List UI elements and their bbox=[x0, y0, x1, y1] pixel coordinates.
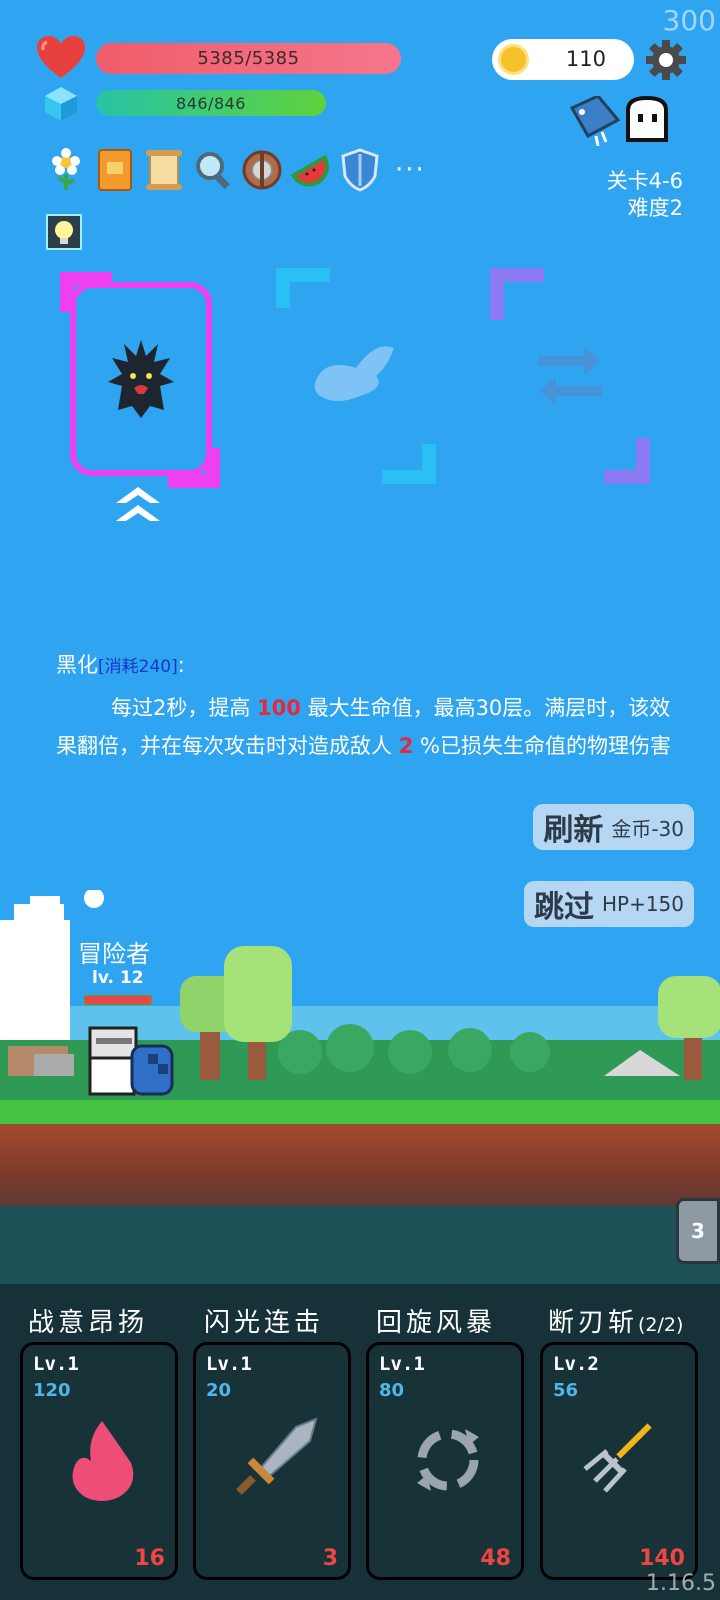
skill-value: 3 bbox=[322, 1546, 338, 1571]
more-relics-button[interactable]: ··· bbox=[395, 155, 426, 185]
skill-option-blacken[interactable] bbox=[70, 282, 212, 476]
mp-bar: 846/846 bbox=[96, 90, 326, 116]
skill-value: 48 bbox=[480, 1546, 511, 1571]
ghost-icon[interactable] bbox=[622, 96, 672, 146]
sword-icon bbox=[236, 1417, 318, 1495]
skill-level: Lv.1 bbox=[379, 1353, 425, 1375]
stage-level: 关卡4-6 bbox=[606, 169, 683, 193]
skill-mana-cost: 20 bbox=[206, 1380, 232, 1401]
skill-name-1: 战意昂扬 bbox=[28, 1308, 149, 1338]
wing-card-frame[interactable] bbox=[276, 268, 436, 484]
blue-shield-icon[interactable] bbox=[340, 148, 380, 192]
ground-dirt bbox=[0, 1124, 720, 1210]
coin-icon bbox=[498, 44, 529, 75]
skill-title-colon: : bbox=[177, 653, 185, 677]
skill-name-3: 回旋风暴 bbox=[376, 1308, 497, 1338]
scroll-icon[interactable] bbox=[144, 148, 184, 192]
fps-counter: 300 bbox=[662, 4, 716, 37]
desc-value-1: 100 bbox=[257, 696, 301, 720]
skill-card-3[interactable]: Lv.1 80 48 bbox=[366, 1342, 524, 1580]
ground-grass bbox=[0, 1100, 720, 1124]
gear-icon[interactable] bbox=[646, 40, 686, 80]
refresh-label: 刷新 bbox=[543, 813, 604, 848]
skill-level: Lv.1 bbox=[206, 1353, 252, 1375]
skill-title: 黑化 bbox=[56, 653, 98, 677]
refresh-cost: 金币-30 bbox=[611, 816, 684, 841]
version-label: 1.16.5 bbox=[646, 1571, 716, 1596]
skill-card-4[interactable]: Lv.2 56 140 bbox=[540, 1342, 698, 1580]
fish-icon[interactable] bbox=[568, 96, 620, 146]
skill-value: 16 bbox=[134, 1546, 165, 1571]
coin-amount: 110 bbox=[565, 47, 606, 71]
hero-level: lv. 12 bbox=[92, 968, 144, 988]
desc-value-2: 2 bbox=[398, 734, 414, 758]
hp-text: 5385/5385 bbox=[197, 48, 300, 69]
skill-card-2[interactable]: Lv.1 20 3 bbox=[193, 1342, 351, 1580]
skill-card-1[interactable]: Lv.1 120 16 bbox=[20, 1342, 178, 1580]
lightbulb-buff-icon[interactable] bbox=[46, 214, 82, 250]
hp-bar: 5385/5385 bbox=[96, 43, 401, 74]
book-icon[interactable] bbox=[95, 148, 135, 192]
hero-knight-sprite[interactable] bbox=[86, 1024, 178, 1098]
watermelon-icon[interactable] bbox=[291, 148, 331, 192]
skill-name-4: 断刃斩(2/2) bbox=[548, 1308, 684, 1338]
hero-name: 冒险者 bbox=[78, 940, 150, 968]
wooden-shield-icon[interactable] bbox=[242, 148, 282, 192]
mana-crystal-icon bbox=[45, 87, 77, 121]
hero-hp-bar bbox=[84, 995, 152, 1005]
trident-icon bbox=[583, 1423, 652, 1493]
water-strip bbox=[0, 1206, 720, 1286]
skill-value: 140 bbox=[639, 1546, 685, 1571]
relic-bar: ··· bbox=[46, 148, 426, 192]
skill-mana-cost: 56 bbox=[553, 1380, 579, 1401]
flame-icon bbox=[72, 1421, 134, 1501]
heart-icon bbox=[37, 36, 85, 78]
cyclone-icon bbox=[417, 1429, 479, 1491]
swap-card-frame[interactable] bbox=[490, 268, 650, 484]
stage-difficulty: 难度2 bbox=[627, 196, 683, 220]
desc-text-1: 每过2秒，提高 bbox=[111, 696, 258, 720]
refresh-button[interactable]: 刷新 金币-30 bbox=[533, 804, 694, 850]
desc-text-3: %已损失生命值的物理伤害 bbox=[413, 734, 671, 758]
skill-mana-cost: 80 bbox=[379, 1380, 405, 1401]
skill-cost: [消耗240] bbox=[98, 657, 178, 677]
wave-counter[interactable]: 3 bbox=[676, 1198, 720, 1264]
dark-tree-icon bbox=[108, 340, 174, 418]
skill-description: 黑化[消耗240]: 每过2秒，提高 100 最大生命值，最高30层。满层时，该… bbox=[56, 646, 686, 765]
coin-counter: 110 bbox=[492, 39, 634, 80]
chevron-up-icon bbox=[116, 487, 160, 521]
skill-level: Lv.1 bbox=[33, 1353, 79, 1375]
mp-text: 846/846 bbox=[176, 93, 246, 113]
skill-name-2: 闪光连击 bbox=[204, 1308, 325, 1338]
magnifier-icon[interactable] bbox=[193, 148, 233, 192]
flower-icon[interactable] bbox=[46, 148, 86, 192]
skill-charges: (2/2) bbox=[638, 1314, 684, 1336]
stage-info: 关卡4-6 难度2 bbox=[607, 168, 683, 222]
skill-mana-cost: 120 bbox=[33, 1380, 71, 1401]
skill-level: Lv.2 bbox=[553, 1353, 599, 1375]
